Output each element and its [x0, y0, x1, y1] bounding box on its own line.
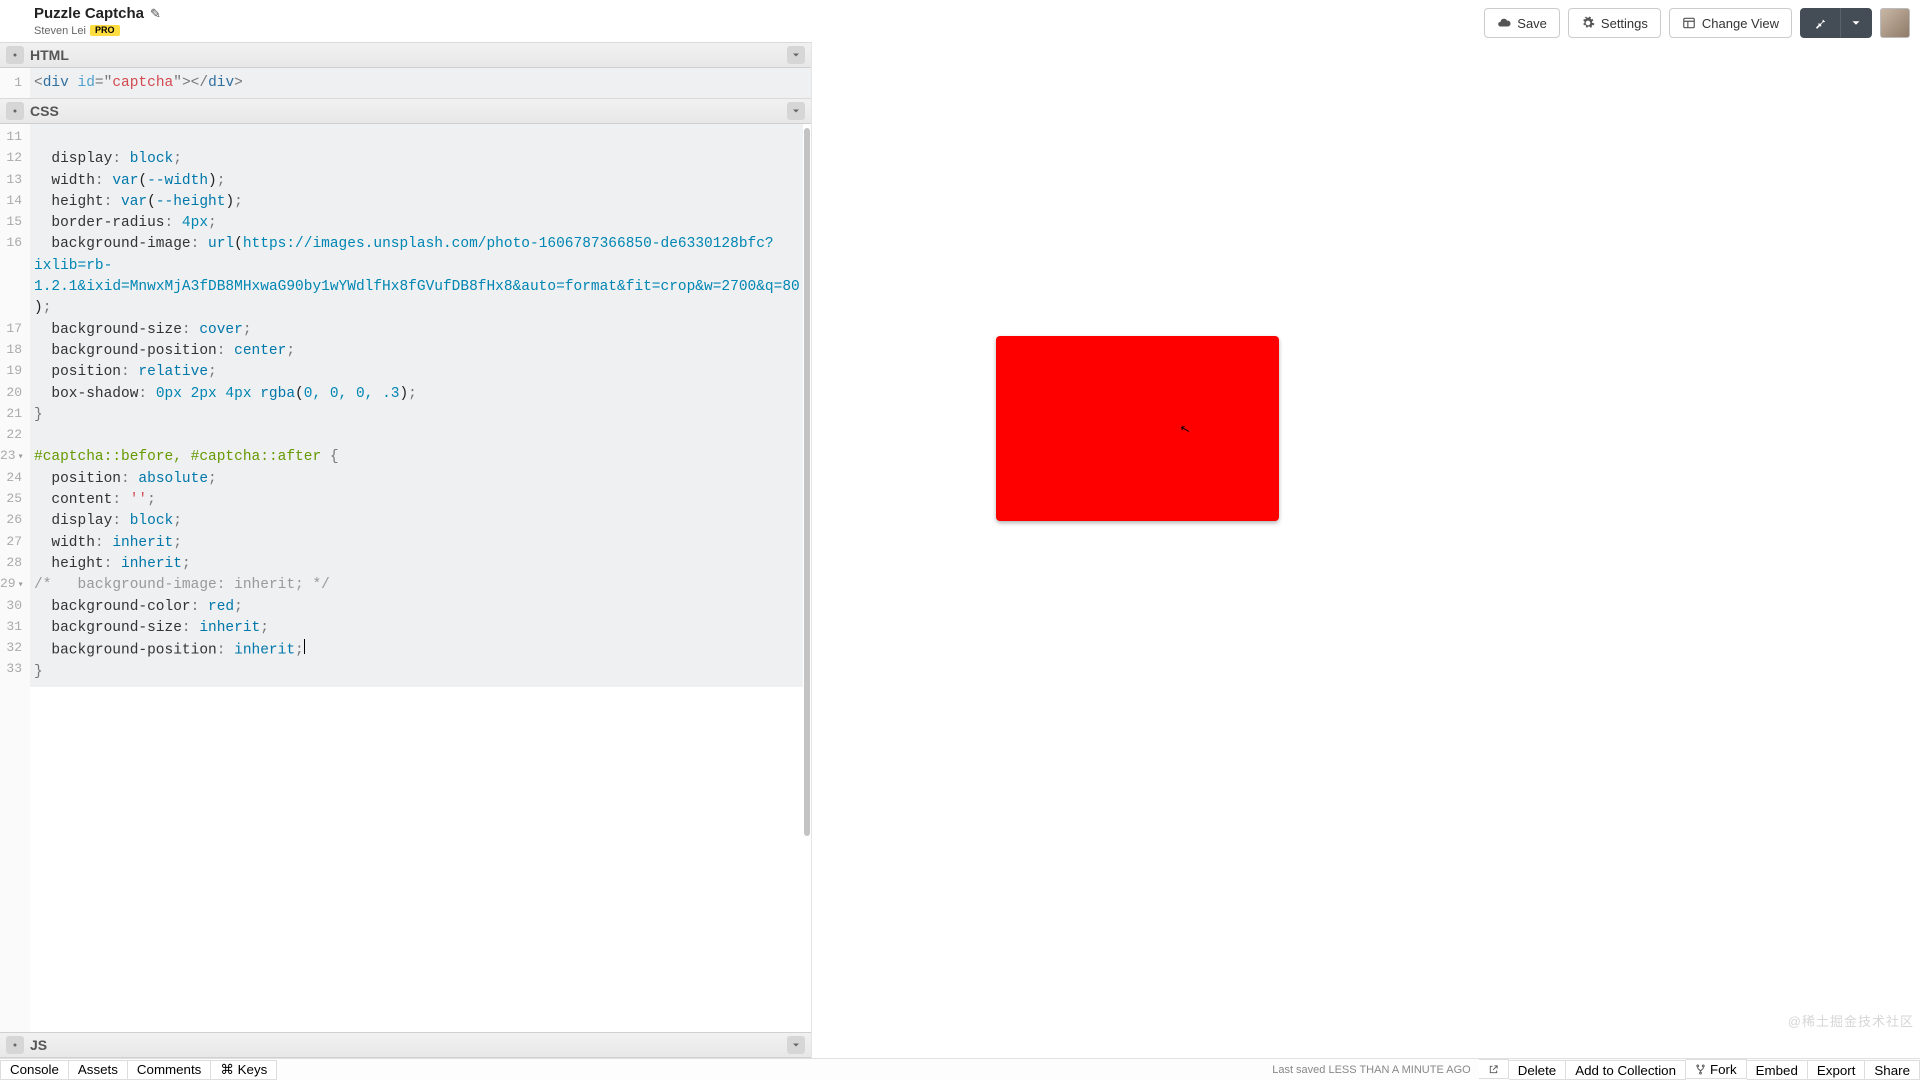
- settings-label: Settings: [1601, 16, 1648, 31]
- edit-title-icon[interactable]: ✎: [150, 7, 161, 21]
- html-gutter: 1: [0, 68, 30, 98]
- footer-left: ConsoleAssetsComments⌘ Keys: [0, 1060, 277, 1080]
- css-gutter: 11121314151617181920212223▾242526272829▾…: [0, 124, 30, 1032]
- footer-add-to-collection-button[interactable]: Add to Collection: [1566, 1060, 1686, 1080]
- pen-info: Puzzle Captcha ✎ Steven Lei PRO: [34, 6, 161, 37]
- change-view-button[interactable]: Change View: [1669, 8, 1792, 38]
- footer-assets-button[interactable]: Assets: [69, 1060, 128, 1080]
- html-panel-header: HTML: [0, 42, 811, 68]
- save-label: Save: [1517, 16, 1547, 31]
- html-code[interactable]: <div id="captcha"></div>: [30, 68, 811, 98]
- footer-share-button[interactable]: Share: [1865, 1060, 1920, 1080]
- css-panel-menu-icon[interactable]: [787, 102, 805, 120]
- top-actions: Save Settings Change View: [1484, 6, 1910, 38]
- css-panel-header: CSS: [0, 98, 811, 124]
- footer-keys-button[interactable]: ⌘ Keys: [211, 1060, 277, 1080]
- popout-icon: [1488, 1064, 1499, 1075]
- fork-icon: [1695, 1064, 1706, 1075]
- html-panel-menu-icon[interactable]: [787, 46, 805, 64]
- footer-export-button[interactable]: Export: [1808, 1060, 1866, 1080]
- watermark: @稀土掘金技术社区: [1788, 1011, 1914, 1030]
- editors-column: HTML 1 <div id="captcha"></div> CSS: [0, 42, 812, 1058]
- css-panel-title: CSS: [30, 103, 59, 119]
- gear-icon: [1581, 16, 1595, 30]
- footer-delete-button[interactable]: Delete: [1509, 1060, 1567, 1080]
- pro-badge: PRO: [90, 25, 120, 37]
- html-settings-icon[interactable]: [6, 46, 24, 64]
- css-scrollbar-thumb[interactable]: [804, 128, 810, 836]
- settings-button[interactable]: Settings: [1568, 8, 1661, 38]
- footer-embed-button[interactable]: Embed: [1747, 1060, 1808, 1080]
- main: HTML 1 <div id="captcha"></div> CSS: [0, 42, 1920, 1058]
- change-view-label: Change View: [1702, 16, 1779, 31]
- pen-author[interactable]: Steven Lei: [34, 25, 86, 37]
- save-button[interactable]: Save: [1484, 8, 1560, 38]
- js-panel-menu-icon[interactable]: [787, 1036, 805, 1054]
- js-panel-header: JS: [0, 1032, 811, 1058]
- css-settings-icon[interactable]: [6, 102, 24, 120]
- captcha-preview: [996, 336, 1279, 521]
- pin-dropdown[interactable]: [1840, 8, 1872, 38]
- footer-console-button[interactable]: Console: [0, 1060, 69, 1080]
- js-panel-title: JS: [30, 1037, 47, 1053]
- popout-button[interactable]: [1479, 1059, 1509, 1079]
- html-editor[interactable]: 1 <div id="captcha"></div>: [0, 68, 811, 98]
- pin-button[interactable]: [1800, 8, 1840, 38]
- css-code[interactable]: display: block;width: var(--width);heigh…: [30, 124, 803, 687]
- footer-comments-button[interactable]: Comments: [128, 1060, 211, 1080]
- topbar: Puzzle Captcha ✎ Steven Lei PRO Save Set…: [0, 0, 1920, 42]
- footer-fork-button[interactable]: Fork: [1686, 1059, 1747, 1079]
- html-panel-title: HTML: [30, 47, 69, 63]
- footer-right: Last saved LESS THAN A MINUTE AGO Delete…: [1272, 1059, 1920, 1080]
- cloud-icon: [1497, 16, 1511, 30]
- pen-title: Puzzle Captcha: [34, 6, 144, 23]
- pin-icon: [1813, 16, 1827, 30]
- pin-button-group: [1800, 8, 1872, 38]
- avatar[interactable]: [1880, 8, 1910, 38]
- command-icon: ⌘: [220, 1062, 233, 1078]
- css-scrollbar[interactable]: [803, 124, 811, 1032]
- save-status: Last saved LESS THAN A MINUTE AGO: [1272, 1064, 1470, 1076]
- css-editor[interactable]: 11121314151617181920212223▾242526272829▾…: [0, 124, 811, 1032]
- js-settings-icon[interactable]: [6, 1036, 24, 1054]
- chevron-down-icon: [1849, 16, 1863, 30]
- layout-icon: [1682, 16, 1696, 30]
- preview-pane: ↖ @稀土掘金技术社区: [812, 42, 1920, 1058]
- footer: ConsoleAssetsComments⌘ Keys Last saved L…: [0, 1058, 1920, 1080]
